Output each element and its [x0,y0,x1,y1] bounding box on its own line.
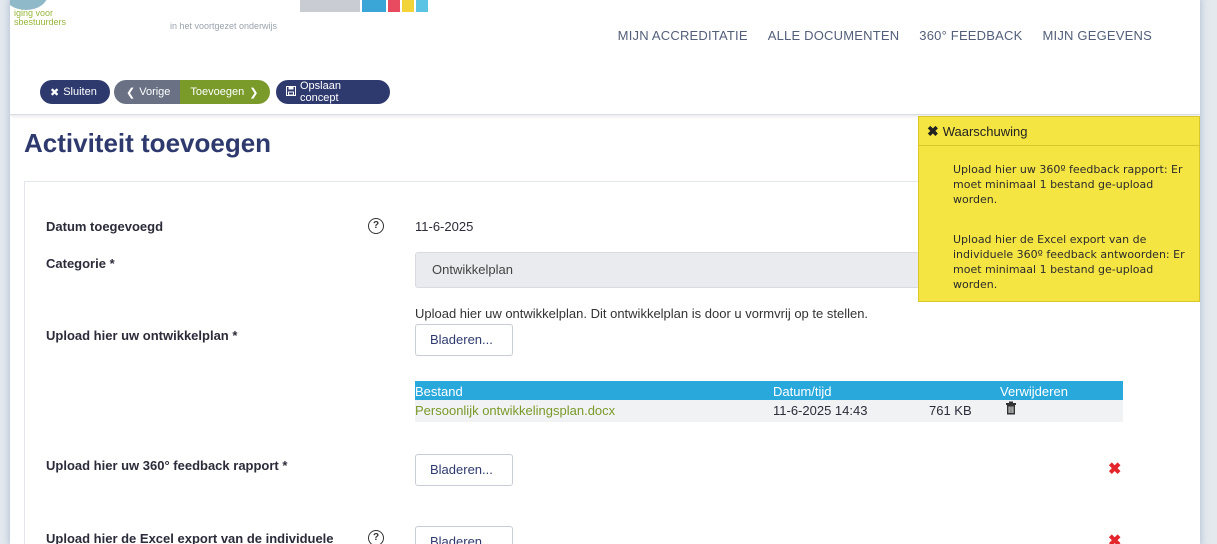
action-toolbar: ✖ Sluiten ❮ Vorige Toevoegen ❯ Opslaan c… [10,70,1200,115]
nav-alle-documenten[interactable]: ALLE DOCUMENTEN [768,28,900,43]
warning-message-1: Upload hier uw 360º feedback rapport: Er… [953,163,1183,206]
nav-mijn-accreditatie[interactable]: MIJN ACCREDITATIE [618,28,748,43]
feedback-browse-button[interactable]: Bladeren... [415,454,513,486]
page-title: Activiteit toevoegen [24,128,272,158]
warning-panel: ✖ Waarschuwing Upload hier uw 360º feedba… [918,116,1200,302]
col-verwijderen: Verwijderen [1000,384,1068,399]
category-select[interactable]: Ontwikkelplan [415,252,935,288]
col-datum-tijd: Datum/tijd [773,384,832,399]
logo-graphic [300,0,360,12]
site-header: iging voor sbestuurders in het voortgeze… [10,0,1200,70]
app-window: iging voor sbestuurders in het voortgeze… [10,0,1200,544]
nav-360-feedback[interactable]: 360° FEEDBACK [919,28,1022,43]
logo-graphic-yellow [402,0,414,12]
file-datetime: 11-6-2025 14:43 [773,403,868,418]
col-bestand: Bestand [415,384,463,399]
main-nav: MIJN ACCREDITATIE ALLE DOCUMENTEN 360° F… [618,28,1152,43]
plan-upload-label: Upload hier uw ontwikkelplan * [46,328,238,343]
help-icon[interactable]: ? [368,218,384,234]
plan-browse-button[interactable]: Bladeren... [415,324,513,356]
save-draft-label: Opslaan concept [300,80,341,104]
help-icon-excel[interactable]: ? [368,530,384,544]
file-table: Bestand Datum/tijd Verwijderen Persoonli… [415,381,1123,422]
logo-tagline: in het voortgezet onderwijs [170,21,278,31]
close-button-label: Sluiten [63,86,97,98]
logo-graphic-red [388,0,400,12]
date-value: 11-6-2025 [415,219,474,234]
chevron-right-icon: ❯ [249,86,259,99]
floppy-icon [286,85,296,99]
chevron-left-icon: ❮ [126,86,136,99]
previous-button[interactable]: ❮ Vorige [114,80,181,104]
warning-message-2: Upload hier de Excel export van de indiv… [953,233,1185,291]
date-label: Datum toegevoegd [46,219,164,234]
add-button-label: Toevoegen [190,86,245,98]
add-button[interactable]: Toevoegen ❯ [180,80,271,104]
error-x-icon: ✖ [1108,461,1122,478]
category-label: Categorie * [46,256,115,271]
warning-divider [919,145,1199,146]
trash-icon[interactable] [1005,401,1017,418]
error-x-icon-excel: ✖ [1108,533,1122,544]
excel-browse-button[interactable]: Bladeren... [415,526,513,544]
logo-graphic-cyan [416,0,428,12]
file-size: 761 KB [929,403,972,418]
feedback-upload-label: Upload hier uw 360° feedback rapport * [46,458,288,473]
close-button[interactable]: ✖ Sluiten [40,80,110,104]
plan-hint: Upload hier uw ontwikkelplan. Dit ontwik… [415,306,869,321]
logo-graphic-blue [362,0,386,12]
close-icon: ✖ [50,86,60,99]
save-draft-button[interactable]: Opslaan concept [276,80,390,104]
logo-subtitle-2: sbestuurders [14,17,67,27]
file-table-header: Bestand Datum/tijd Verwijderen [415,381,1123,400]
excel-upload-label: Upload hier de Excel export van de indiv… [46,531,334,544]
warning-header: ✖ Waarschuwing [927,123,1028,140]
step-button-group: ❮ Vorige Toevoegen ❯ [114,80,271,104]
table-row: Persoonlijk ontwikkelingsplan.docx 11-6-… [415,400,1123,422]
previous-button-label: Vorige [139,86,171,98]
warning-title: Waarschuwing [942,124,1028,139]
close-warning-icon[interactable]: ✖ [927,123,939,139]
nav-mijn-gegevens[interactable]: MIJN GEGEVENS [1042,28,1152,43]
file-link[interactable]: Persoonlijk ontwikkelingsplan.docx [415,403,615,418]
